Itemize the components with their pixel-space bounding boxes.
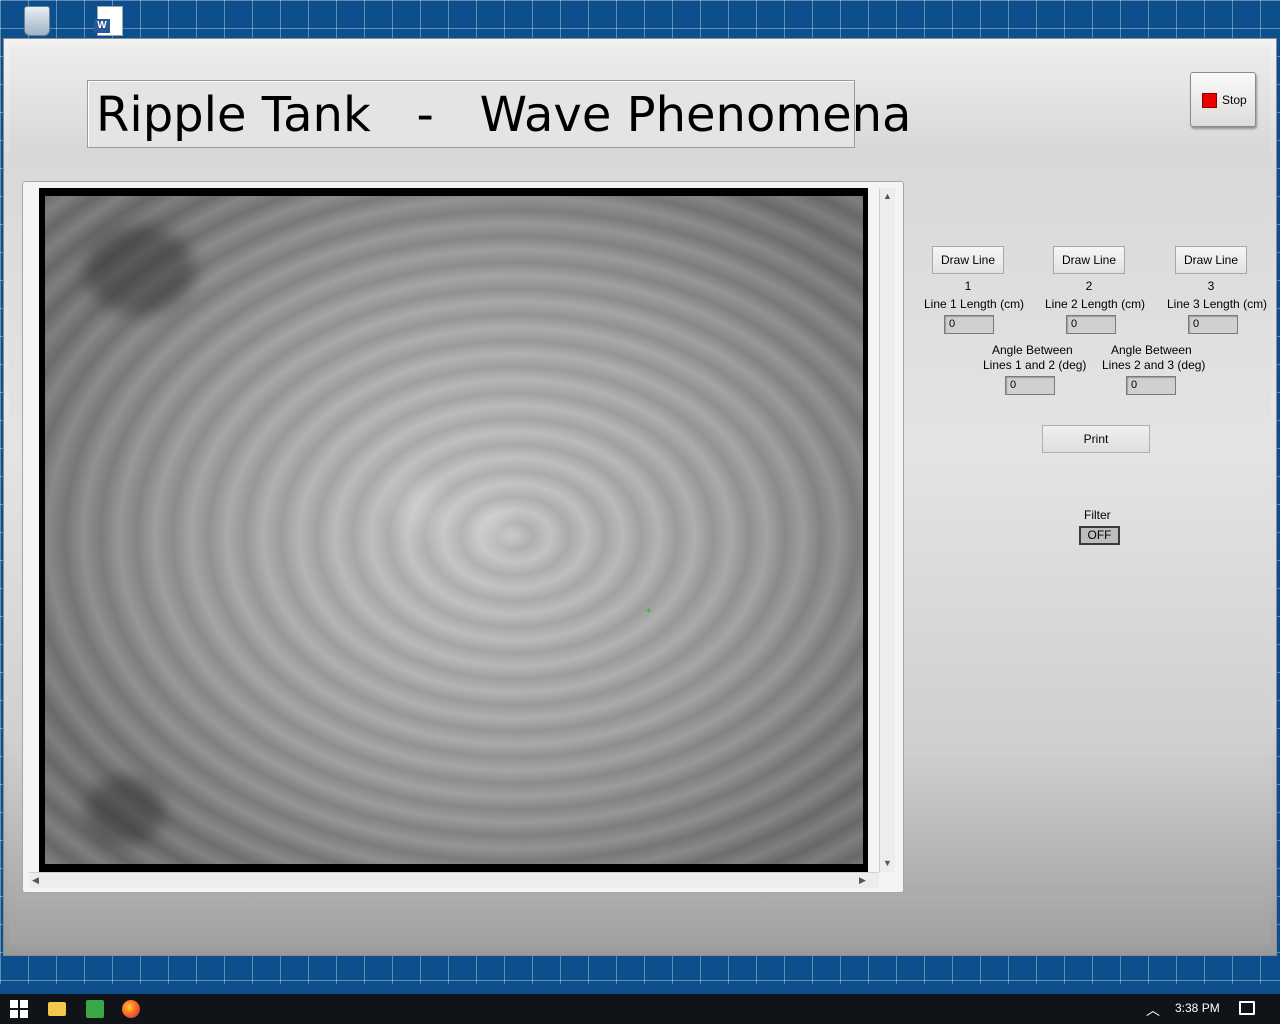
- angle12-field: 0: [1005, 376, 1055, 395]
- line2-length-label: Line 2 Length (cm): [1045, 297, 1146, 311]
- scroll-left-icon[interactable]: ◀: [32, 875, 39, 886]
- notification-icon[interactable]: [1239, 1001, 1255, 1015]
- ripple-tank-image[interactable]: +: [45, 196, 863, 864]
- file-explorer-icon[interactable]: [48, 1002, 66, 1016]
- image-display: + ▲ ▼ ◀ ▶: [22, 181, 904, 893]
- recycle-bin-icon[interactable]: [24, 6, 50, 36]
- filter-label: Filter: [1084, 508, 1111, 522]
- image-canvas[interactable]: +: [39, 188, 868, 872]
- scroll-up-icon[interactable]: ▲: [883, 191, 892, 201]
- scroll-right-icon[interactable]: ▶: [859, 875, 866, 886]
- windows-start-icon[interactable]: [10, 1000, 28, 1018]
- angle23-field: 0: [1126, 376, 1176, 395]
- title-box: Ripple Tank - Wave Phenomena: [87, 80, 911, 148]
- angle12-label-line2: Lines 1 and 2 (deg): [983, 358, 1087, 372]
- angle12-label-line1: Angle Between: [992, 343, 1073, 357]
- angle23-label-line1: Angle Between: [1111, 343, 1192, 357]
- taskbar: ︿ 3:38 PM: [0, 994, 1280, 1024]
- angle23-label-line2: Lines 2 and 3 (deg): [1102, 358, 1206, 372]
- chevron-up-icon[interactable]: ︿: [1146, 1000, 1160, 1020]
- firefox-icon[interactable]: [122, 1000, 140, 1018]
- print-button[interactable]: Print: [1042, 425, 1150, 453]
- image-shadow: [85, 226, 195, 316]
- page-title: Ripple Tank - Wave Phenomena: [96, 87, 912, 143]
- line3-length-field: 0: [1188, 315, 1238, 334]
- stop-button[interactable]: Stop: [1190, 72, 1256, 127]
- word-document-icon[interactable]: W: [94, 6, 123, 36]
- stop-label: Stop: [1222, 93, 1247, 107]
- filter-toggle[interactable]: OFF: [1079, 526, 1120, 545]
- crosshair-marker-icon: +: [646, 606, 652, 617]
- image-shadow: [85, 776, 165, 846]
- front-panel: Ripple Tank - Wave Phenomena Stop + ▲ ▼ …: [9, 43, 1271, 947]
- horizontal-scrollbar[interactable]: ◀ ▶: [29, 872, 879, 888]
- ripple-tank-window: Ripple Tank - Wave Phenomena Stop + ▲ ▼ …: [3, 38, 1277, 956]
- vertical-scrollbar[interactable]: ▲ ▼: [879, 188, 895, 872]
- line2-length-field: 0: [1066, 315, 1116, 334]
- draw-line-1-button[interactable]: Draw Line 1: [932, 246, 1004, 293]
- line3-length-label: Line 3 Length (cm): [1167, 297, 1268, 311]
- line1-length-field: 0: [944, 315, 994, 334]
- draw-line-3-button[interactable]: Draw Line 3: [1175, 246, 1247, 293]
- draw-line-2-button[interactable]: Draw Line 2: [1053, 246, 1125, 293]
- app-launcher-icon[interactable]: [86, 1000, 104, 1018]
- scroll-down-icon[interactable]: ▼: [883, 858, 892, 868]
- line1-length-label: Line 1 Length (cm): [924, 297, 1025, 311]
- stop-icon: [1202, 93, 1217, 108]
- taskbar-clock[interactable]: 3:38 PM: [1175, 1001, 1220, 1015]
